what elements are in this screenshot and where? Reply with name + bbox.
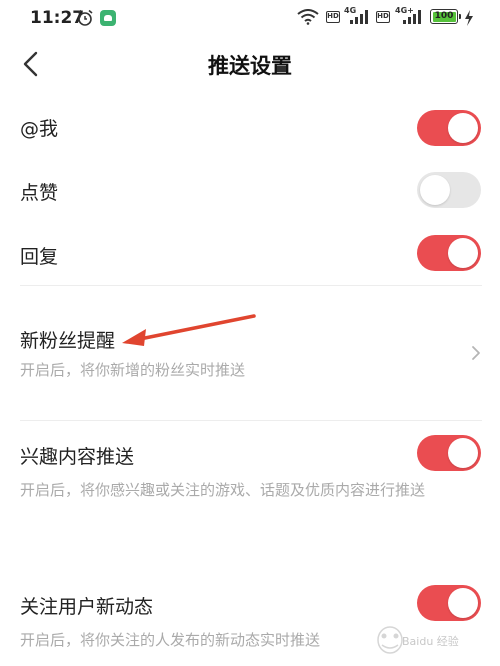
like-toggle[interactable]: [417, 172, 481, 208]
mention-toggle[interactable]: [417, 110, 481, 146]
hd-icon: HD: [376, 11, 390, 23]
watermark-text: Baidu 经验: [402, 635, 459, 648]
setting-desc-new-fans: 开启后，将你新增的粉丝实时推送: [20, 361, 246, 379]
chevron-right-icon[interactable]: [470, 345, 482, 361]
setting-label-mention: @我: [20, 118, 59, 140]
setting-row-interest: 兴趣内容推送 开启后，将你感兴趣或关注的游戏、话题及优质内容进行推送: [0, 430, 500, 540]
setting-label-like: 点赞: [20, 182, 59, 204]
interest-toggle[interactable]: [417, 435, 481, 471]
signal-icon: [350, 10, 368, 24]
battery-icon: 100: [430, 9, 461, 24]
setting-row-mention: @我: [0, 106, 500, 150]
toggle-knob: [420, 175, 450, 205]
wifi-icon: [297, 9, 319, 25]
divider: [20, 285, 482, 286]
setting-label-following: 关注用户新动态: [20, 596, 154, 618]
setting-row-like: 点赞: [0, 170, 500, 214]
header: 推送设置: [0, 36, 500, 92]
status-bar: 11:27 HD 4G HD 4G+ 100: [0, 0, 500, 36]
toggle-knob: [448, 113, 478, 143]
charging-icon: [465, 10, 473, 26]
app-notification-icon: [100, 10, 116, 26]
page-title: 推送设置: [208, 54, 292, 78]
setting-row-reply: 回复: [0, 234, 500, 278]
toggle-knob: [448, 438, 478, 468]
reply-toggle[interactable]: [417, 235, 481, 271]
setting-desc-interest: 开启后，将你感兴趣或关注的游戏、话题及优质内容进行推送: [20, 481, 426, 499]
toggle-knob: [448, 588, 478, 618]
signal-icon: [403, 10, 421, 24]
alarm-icon: [77, 9, 93, 26]
hd-icon: HD: [326, 11, 340, 23]
setting-label-new-fans: 新粉丝提醒: [20, 330, 116, 352]
divider: [20, 420, 482, 421]
annotation-arrow-icon: [122, 314, 256, 346]
following-toggle[interactable]: [417, 585, 481, 621]
toggle-knob: [448, 238, 478, 268]
battery-level: 100: [432, 11, 456, 22]
setting-label-reply: 回复: [20, 246, 59, 268]
setting-label-interest: 兴趣内容推送: [20, 446, 135, 468]
